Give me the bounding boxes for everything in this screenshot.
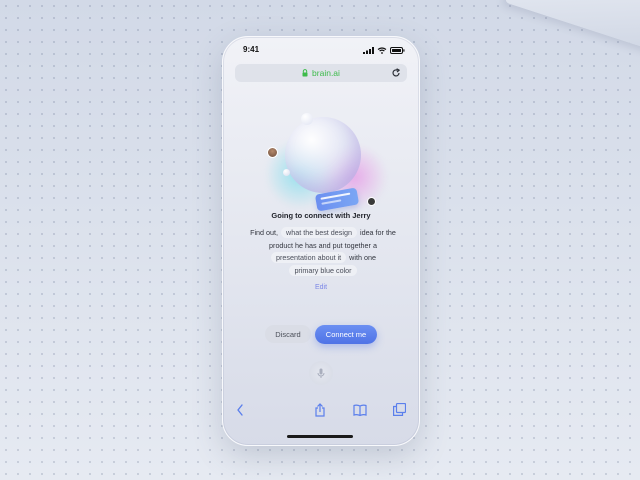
prompt-chip[interactable]: primary blue color: [289, 264, 357, 276]
contact-avatar: [267, 147, 278, 158]
assistant-prompt: Find out, what the best design idea for …: [241, 227, 405, 277]
status-bar: 9:41: [223, 45, 419, 59]
browser-toolbar: [223, 401, 419, 421]
url-text: brain.ai: [312, 68, 340, 78]
small-avatar: [367, 197, 376, 206]
tiny-orb: [283, 169, 290, 176]
lock-icon: [302, 69, 308, 77]
address-bar[interactable]: brain.ai: [235, 64, 407, 82]
status-icons: [363, 47, 405, 54]
prompt-chip[interactable]: what the best design: [281, 227, 357, 238]
message-line: [321, 199, 342, 205]
microphone-button[interactable]: [309, 361, 333, 385]
share-icon[interactable]: [314, 403, 326, 417]
status-time: 9:41: [243, 45, 260, 54]
home-indicator: [287, 435, 353, 438]
bookmarks-icon[interactable]: [353, 403, 367, 417]
prompt-text: with one: [349, 253, 376, 262]
message-line: [320, 192, 351, 200]
prompt-text: Find out,: [250, 228, 279, 237]
prompt-chip[interactable]: presentation about it: [271, 252, 347, 263]
url-display: brain.ai: [235, 64, 407, 82]
signal-icon: [363, 47, 374, 54]
background-panel: [504, 0, 640, 55]
microphone-icon: [317, 368, 325, 378]
phone-frame: 9:41 brain.ai Going to connect with Jerr…: [222, 36, 420, 446]
tabs-icon[interactable]: [393, 403, 406, 416]
orb-sphere: [285, 117, 361, 193]
small-orb: [301, 113, 313, 125]
wifi-icon: [377, 47, 387, 54]
connect-me-button[interactable]: Connect me: [315, 325, 377, 344]
edit-link[interactable]: Edit: [223, 284, 419, 291]
battery-icon: [390, 47, 405, 54]
back-icon[interactable]: [235, 403, 245, 417]
discard-button[interactable]: Discard: [265, 325, 311, 343]
reload-icon[interactable]: [391, 68, 401, 78]
assistant-heading: Going to connect with Jerry: [271, 211, 371, 220]
assistant-orb-illustration: [259, 109, 389, 219]
